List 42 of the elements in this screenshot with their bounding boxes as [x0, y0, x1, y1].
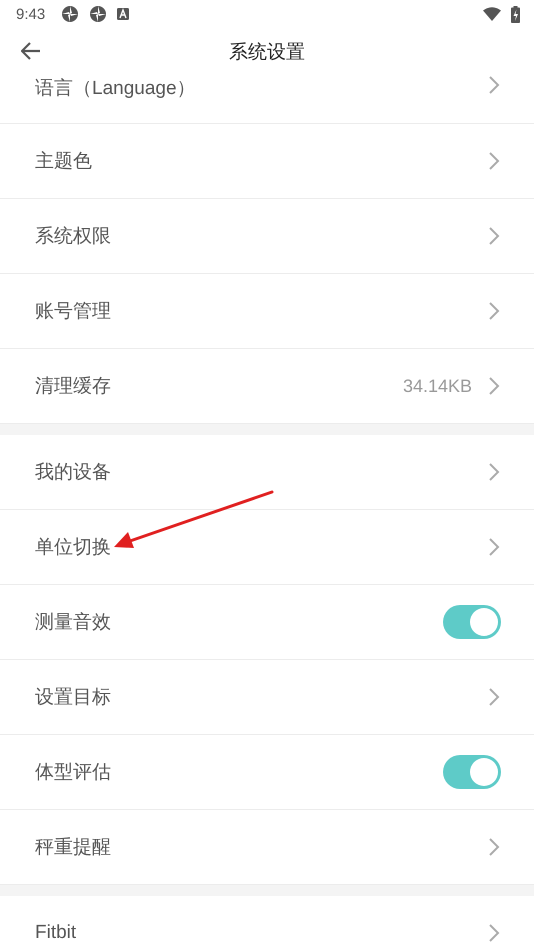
setting-label: Fitbit [35, 922, 78, 944]
chevron-right-icon [488, 226, 500, 246]
setting-label: 设置目标 [35, 686, 112, 710]
chevron-right-icon [488, 837, 500, 857]
chevron-right-icon [488, 923, 500, 943]
chevron-right-icon [488, 462, 500, 482]
page-title: 系统设置 [229, 40, 305, 64]
setting-label: 清理缓存 [35, 375, 112, 399]
setting-label: 测量音效 [35, 611, 112, 635]
setting-label: 主题色 [35, 150, 93, 174]
settings-row[interactable]: 系统权限 [0, 199, 534, 274]
keyboard-notification-icon [117, 8, 130, 20]
toggle-switch[interactable] [443, 755, 501, 789]
settings-row[interactable]: 体型评估 [0, 735, 534, 810]
chevron-right-icon [488, 151, 500, 171]
setting-label: 体型评估 [35, 761, 112, 785]
settings-row[interactable]: 测量音效 [0, 585, 534, 660]
chevron-right-icon [488, 301, 500, 321]
pinwheel-icon [61, 5, 80, 23]
chevron-right-icon [488, 687, 500, 707]
status-time: 9:43 [16, 6, 46, 22]
settings-row[interactable]: 设置目标 [0, 660, 534, 735]
settings-row[interactable]: 账号管理 [0, 274, 534, 349]
chevron-right-icon [488, 537, 500, 557]
settings-row[interactable]: 主题色 [0, 124, 534, 199]
setting-label: 秤重提醒 [35, 836, 112, 860]
pinwheel-icon [89, 5, 108, 23]
setting-value: 34.14KB [402, 376, 472, 396]
toggle-switch[interactable] [443, 605, 501, 639]
setting-label: 系统权限 [35, 225, 112, 249]
setting-label: 单位切换 [35, 536, 112, 560]
setting-label: 语言（Language） [35, 77, 197, 101]
battery-charging-icon [511, 6, 520, 22]
setting-label: 我的设备 [35, 461, 112, 485]
setting-label: 账号管理 [35, 300, 112, 324]
chevron-right-icon [488, 376, 500, 396]
chevron-right-icon [488, 75, 500, 95]
wifi-icon [483, 7, 501, 21]
settings-row[interactable]: 语言（Language） [0, 75, 534, 124]
settings-row[interactable]: 我的设备 [0, 435, 534, 510]
settings-row[interactable]: Fitbit [0, 896, 534, 950]
back-arrow-icon [21, 42, 41, 60]
